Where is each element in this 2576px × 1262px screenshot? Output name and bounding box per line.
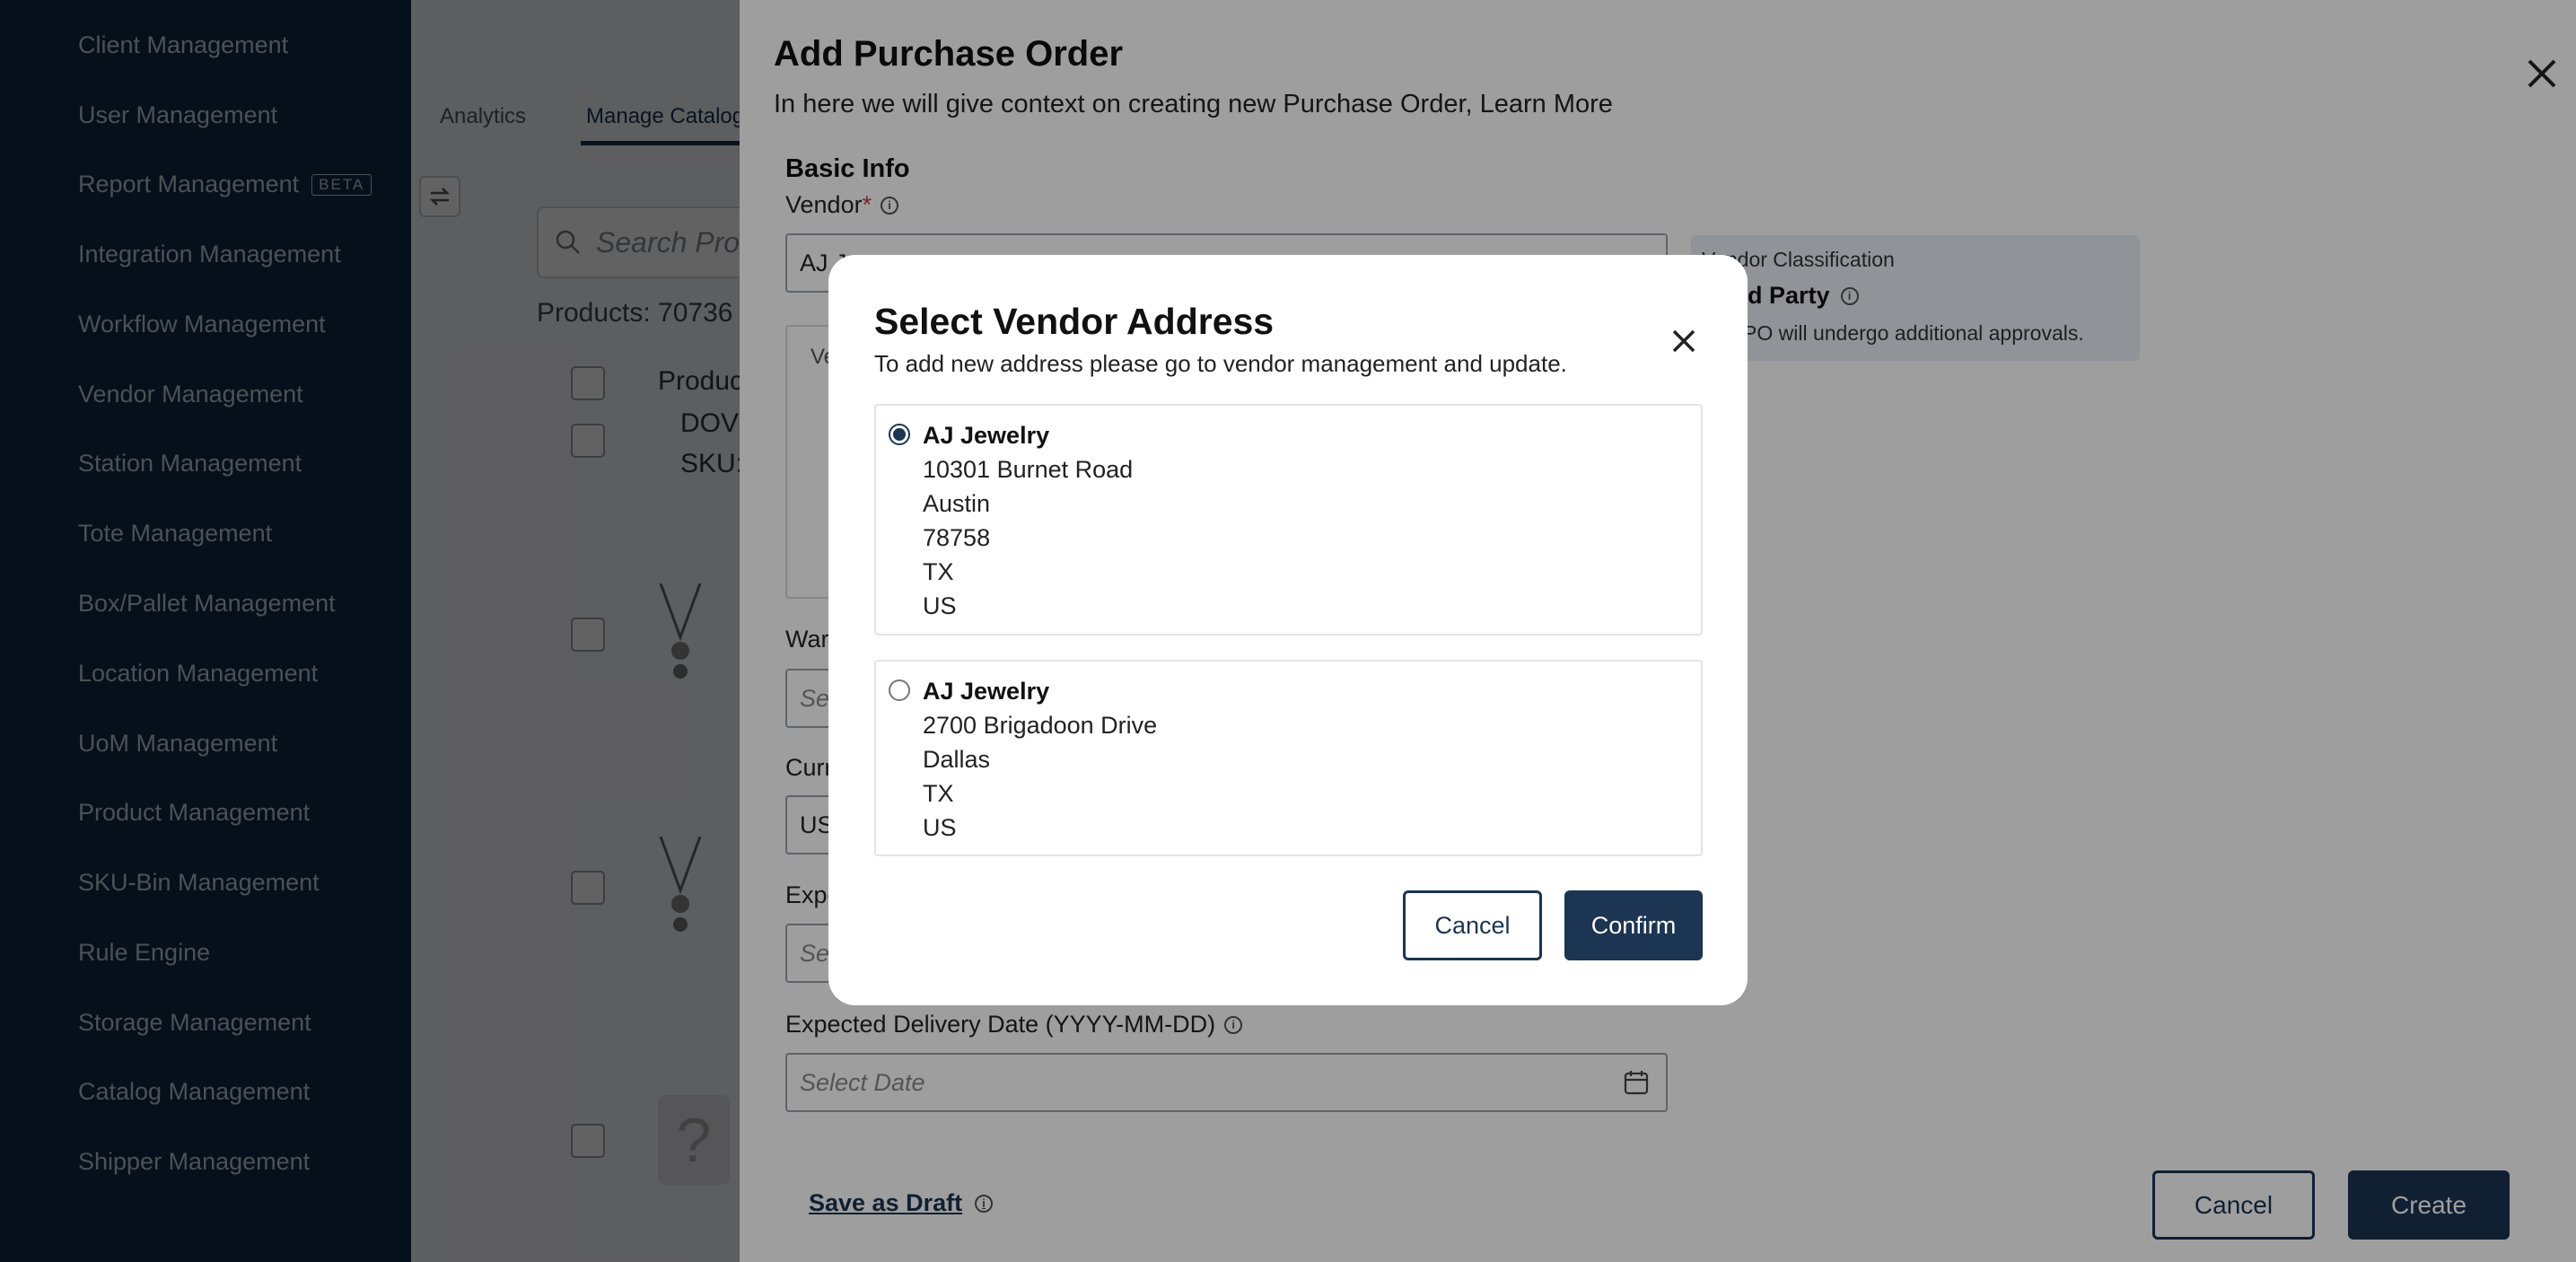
address-street: 10301 Burnet Road <box>923 456 1134 483</box>
address-name: AJ Jewelry <box>923 422 1050 449</box>
radio-selected[interactable] <box>889 424 910 445</box>
address-lines: AJ Jewelry 10301 Burnet Road Austin 7875… <box>923 418 1133 623</box>
address-state: TX <box>923 558 954 585</box>
address-name: AJ Jewelry <box>923 678 1050 705</box>
address-street: 2700 Brigadoon Drive <box>923 712 1158 739</box>
address-city: Austin <box>923 490 991 517</box>
close-icon[interactable] <box>1669 327 1698 355</box>
radio-unselected[interactable] <box>889 679 910 701</box>
address-country: US <box>923 814 957 841</box>
address-city: Dallas <box>923 746 991 773</box>
address-zip: 78758 <box>923 524 991 551</box>
address-country: US <box>923 592 957 619</box>
confirm-button[interactable]: Confirm <box>1564 890 1703 960</box>
address-option-2[interactable]: AJ Jewelry 2700 Brigadoon Drive Dallas T… <box>874 660 1703 856</box>
select-vendor-address-modal: Select Vendor Address To add new address… <box>828 255 1748 1005</box>
address-lines: AJ Jewelry 2700 Brigadoon Drive Dallas T… <box>923 674 1157 845</box>
address-state: TX <box>923 780 954 807</box>
modal-cancel-button[interactable]: Cancel <box>1403 890 1542 960</box>
address-option-1[interactable]: AJ Jewelry 10301 Burnet Road Austin 7875… <box>874 404 1703 635</box>
modal-subtitle: To add new address please go to vendor m… <box>874 350 1567 377</box>
modal-title: Select Vendor Address <box>874 301 1275 342</box>
